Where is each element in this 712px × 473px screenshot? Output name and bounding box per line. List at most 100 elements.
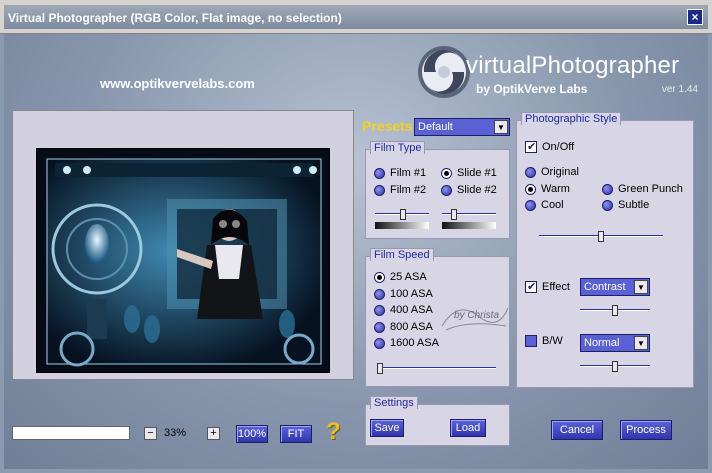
option-label: Warm bbox=[541, 183, 570, 195]
option-label: Slide #2 bbox=[457, 184, 497, 196]
film-speed-slider[interactable] bbox=[377, 363, 496, 374]
radio-icon[interactable] bbox=[602, 183, 613, 195]
radio-icon[interactable] bbox=[374, 167, 385, 179]
progress-bar bbox=[12, 426, 130, 440]
radio-selected-icon[interactable] bbox=[525, 183, 536, 195]
radio-icon[interactable] bbox=[374, 321, 385, 333]
film-type-gradient-1 bbox=[375, 222, 429, 229]
zoom-100-button[interactable]: 100% bbox=[236, 425, 268, 443]
bw-slider[interactable] bbox=[580, 361, 650, 372]
style-slider[interactable] bbox=[539, 231, 663, 242]
film-speed-100[interactable]: 100 ASA bbox=[374, 288, 433, 300]
film-type-panel: Film Type Film #1 Film #2 Slide #1 Slide… bbox=[365, 141, 510, 239]
effect-toggle[interactable]: Effect bbox=[525, 280, 570, 293]
style-subtle[interactable]: Subtle bbox=[602, 199, 649, 211]
settings-panel: Settings Save Load bbox=[365, 396, 510, 446]
radio-icon[interactable] bbox=[525, 199, 536, 211]
cancel-button[interactable]: Cancel bbox=[551, 420, 603, 440]
effect-slider[interactable] bbox=[580, 305, 650, 316]
slider-thumb[interactable] bbox=[400, 209, 407, 220]
slider-thumb[interactable] bbox=[612, 361, 618, 372]
option-label: Slide #1 bbox=[457, 167, 497, 179]
checkbox-checked-icon[interactable] bbox=[525, 280, 537, 293]
close-icon[interactable]: × bbox=[687, 9, 703, 25]
radio-selected-icon[interactable] bbox=[374, 271, 385, 283]
option-label: 400 ASA bbox=[390, 304, 433, 316]
radio-icon[interactable] bbox=[374, 337, 385, 349]
logo-title: virtualPhotographer bbox=[466, 52, 680, 79]
style-cool[interactable]: Cool bbox=[525, 199, 564, 211]
settings-title: Settings bbox=[370, 396, 418, 409]
slider-thumb[interactable] bbox=[377, 363, 384, 374]
logo: virtualPhotographer by OptikVerve Labs v… bbox=[414, 38, 704, 108]
zoom-out-button[interactable]: − bbox=[144, 427, 157, 440]
logo-byline: by OptikVerve Labs bbox=[476, 82, 588, 96]
chevron-down-icon[interactable]: ▼ bbox=[494, 120, 508, 134]
option-label: 100 ASA bbox=[390, 288, 433, 300]
radio-selected-icon[interactable] bbox=[441, 167, 452, 179]
effect-value: Contrast bbox=[584, 281, 626, 293]
website-url: www.optikvervelabs.com bbox=[100, 76, 255, 91]
chevron-down-icon[interactable]: ▼ bbox=[634, 280, 648, 294]
radio-icon[interactable] bbox=[525, 166, 536, 178]
titlebar-inner: Virtual Photographer (RGB Color, Flat im… bbox=[4, 5, 708, 29]
style-warm[interactable]: Warm bbox=[525, 183, 570, 195]
option-label: Green Punch bbox=[618, 183, 683, 195]
film-type-gradient-2 bbox=[442, 222, 496, 229]
radio-icon[interactable] bbox=[441, 184, 452, 196]
presets-select[interactable]: Default ▼ bbox=[414, 118, 510, 136]
logo-version: ver 1.44 bbox=[661, 84, 698, 95]
radio-icon[interactable] bbox=[374, 304, 385, 316]
film-speed-400[interactable]: 400 ASA bbox=[374, 304, 433, 316]
zoom-fit-button[interactable]: FIT bbox=[280, 425, 312, 443]
option-label: 800 ASA bbox=[390, 321, 433, 333]
zoom-level: 33% bbox=[164, 427, 187, 439]
style-onoff[interactable]: On/Off bbox=[525, 140, 575, 153]
film-speed-25[interactable]: 25 ASA bbox=[374, 271, 427, 283]
photographic-style-title: Photographic Style bbox=[521, 112, 622, 125]
option-label: Subtle bbox=[618, 199, 650, 211]
option-label: On/Off bbox=[542, 141, 575, 153]
presets-value: Default bbox=[418, 121, 453, 133]
help-icon[interactable]: ? bbox=[326, 418, 341, 446]
process-button[interactable]: Process bbox=[620, 420, 672, 440]
checkbox-checked-icon[interactable] bbox=[525, 140, 537, 153]
slider-thumb[interactable] bbox=[612, 305, 618, 316]
radio-icon[interactable] bbox=[374, 184, 385, 196]
option-label: Original bbox=[541, 166, 579, 178]
chevron-down-icon[interactable]: ▼ bbox=[634, 336, 648, 350]
bw-value: Normal bbox=[584, 337, 620, 349]
bw-select[interactable]: Normal ▼ bbox=[580, 334, 650, 352]
film-type-title: Film Type bbox=[370, 141, 426, 154]
preview-panel bbox=[12, 110, 354, 380]
bw-toggle[interactable]: B/W bbox=[525, 335, 563, 347]
style-original[interactable]: Original bbox=[525, 166, 579, 178]
preview-image[interactable] bbox=[36, 148, 330, 373]
load-button[interactable]: Load bbox=[450, 419, 486, 437]
film-type-slider-2[interactable] bbox=[442, 209, 496, 220]
film-speed-800[interactable]: 800 ASA bbox=[374, 321, 433, 333]
film-type-slider-1[interactable] bbox=[375, 209, 429, 220]
style-green-punch[interactable]: Green Punch bbox=[602, 183, 683, 195]
option-label: Film #1 bbox=[390, 167, 427, 179]
option-label: Film #2 bbox=[390, 184, 427, 196]
main-window: www.optikvervelabs.com virtualPhotograph… bbox=[4, 34, 708, 469]
effect-select[interactable]: Contrast ▼ bbox=[580, 278, 650, 296]
zoom-in-button[interactable]: + bbox=[207, 427, 220, 440]
film-type-film2[interactable]: Film #2 bbox=[374, 184, 426, 196]
film-speed-title: Film Speed bbox=[370, 248, 434, 261]
preview-artwork bbox=[37, 149, 329, 372]
film-speed-1600[interactable]: 1600 ASA bbox=[374, 337, 439, 349]
option-label: Effect bbox=[542, 281, 570, 293]
film-type-film1[interactable]: Film #1 bbox=[374, 167, 426, 179]
film-type-slide1[interactable]: Slide #1 bbox=[441, 167, 497, 179]
slider-thumb[interactable] bbox=[450, 209, 457, 220]
slider-thumb[interactable] bbox=[598, 231, 604, 242]
radio-icon[interactable] bbox=[602, 199, 613, 211]
option-label: B/W bbox=[542, 335, 563, 347]
film-type-slide2[interactable]: Slide #2 bbox=[441, 184, 497, 196]
radio-icon[interactable] bbox=[374, 288, 385, 300]
option-label: 25 ASA bbox=[390, 271, 427, 283]
checkbox-icon[interactable] bbox=[525, 335, 537, 347]
save-button[interactable]: Save bbox=[370, 419, 404, 437]
